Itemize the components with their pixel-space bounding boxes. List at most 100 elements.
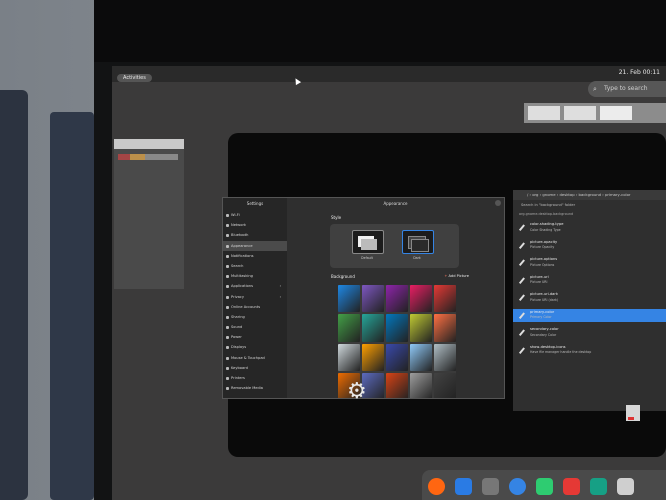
key-summary: Primary Color (530, 315, 552, 319)
sidebar-item-icon (226, 264, 229, 268)
breadcrumb[interactable]: / › org › gnome › desktop › background ›… (527, 190, 666, 200)
sidebar-item[interactable]: Removable Media (223, 383, 287, 393)
plus-icon: + (444, 274, 448, 278)
sidebar-item-icon (226, 346, 229, 350)
firefox-icon[interactable] (428, 478, 445, 495)
wallpaper-thumbnail[interactable] (434, 372, 456, 398)
style-dark-label: Dark (413, 256, 421, 260)
key-row[interactable]: picture-options Picture Options (513, 256, 666, 269)
sidebar-item-label: Applications (231, 284, 253, 289)
sidebar-item[interactable]: Sound (223, 322, 287, 332)
wallpaper-thumbnail[interactable] (338, 285, 360, 313)
workspace-thumbnail[interactable] (600, 106, 632, 120)
wallpaper-thumbnail[interactable] (362, 285, 384, 313)
workspace-thumbnail[interactable] (564, 106, 596, 120)
sidebar-item-label: Privacy (231, 294, 245, 299)
sidebar-item[interactable]: Online Accounts (223, 302, 287, 312)
workspace-thumbnail[interactable] (528, 106, 560, 120)
wallpaper-thumbnail[interactable] (386, 343, 408, 371)
gear-icon[interactable]: ⚙ (347, 381, 367, 403)
sidebar-item-label: Removable Media (231, 386, 264, 391)
key-row[interactable]: picture-uri-dark Picture URI (dark) (513, 291, 666, 304)
circle-app-icon[interactable] (509, 478, 526, 495)
sidebar-item-label: Mouse & Touchpad (231, 355, 265, 360)
teal-app-icon[interactable] (590, 478, 607, 495)
sidebar-item-icon (226, 326, 229, 330)
wallpaper-thumbnail[interactable] (386, 372, 408, 398)
wallpaper-thumbnail[interactable] (386, 314, 408, 342)
background-heading: Background (331, 274, 355, 279)
red-app-icon[interactable] (563, 478, 580, 495)
sidebar-item[interactable]: Appearance (223, 240, 287, 251)
activities-button[interactable]: Activities (117, 74, 152, 82)
sidebar-item-icon (226, 336, 229, 340)
wallpaper-thumbnail[interactable] (338, 343, 360, 371)
style-dark-option[interactable] (402, 230, 434, 254)
sidebar-item[interactable]: Search (223, 261, 287, 271)
key-row[interactable]: picture-opacity Picture Opacity (513, 239, 666, 252)
doc-icon[interactable] (617, 478, 634, 495)
sidebar-item[interactable]: Displays (223, 342, 287, 352)
window-titlebar (114, 139, 184, 149)
wallpaper-thumbnail[interactable] (434, 343, 456, 371)
style-default-option[interactable] (352, 230, 384, 254)
add-picture-button[interactable]: + Add Picture (444, 274, 469, 278)
wallpaper-thumbnail[interactable] (434, 314, 456, 342)
sidebar-item[interactable]: Bluetooth (223, 230, 287, 240)
sidebar-item[interactable]: Privacy › (223, 292, 287, 302)
key-name: primary-color (530, 309, 555, 314)
sidebar-item-label: Wi-Fi (231, 213, 240, 217)
editor-search-hint[interactable]: Search in "background" folder (521, 203, 660, 210)
sidebar-item[interactable]: Wi-Fi (223, 210, 287, 220)
sidebar-item-label: Printers (231, 376, 245, 380)
terminal-window-preview[interactable] (114, 139, 184, 289)
green-app-icon[interactable] (536, 478, 553, 495)
sidebar-item[interactable]: Sharing (223, 312, 287, 322)
wallpaper-thumbnail[interactable] (410, 285, 432, 313)
panel-title: Appearance (383, 201, 408, 206)
wallpaper-thumbnail[interactable] (362, 314, 384, 342)
sidebar-item[interactable]: Mouse & Touchpad (223, 353, 287, 363)
sidebar-item[interactable]: Multitasking (223, 271, 287, 281)
sidebar-item-label: Multitasking (231, 274, 253, 279)
key-name: show-desktop-icons (530, 344, 566, 349)
sidebar-item-icon (226, 285, 229, 289)
wallpaper-thumbnail[interactable] (434, 285, 456, 313)
wallpaper-thumbnail[interactable] (410, 343, 432, 371)
grid-icon[interactable] (482, 478, 499, 495)
monitor-top (94, 0, 666, 62)
wallpaper-thumbnail[interactable] (410, 314, 432, 342)
wallpaper-thumbnail[interactable] (386, 285, 408, 313)
phone-icon[interactable] (455, 478, 472, 495)
sidebar-item[interactable]: Notifications (223, 251, 287, 261)
sidebar-item-label: Keyboard (231, 365, 248, 370)
sidebar-item[interactable]: Printers (223, 373, 287, 383)
sidebar-item-icon (226, 387, 229, 391)
wallpaper-thumbnail[interactable] (338, 314, 360, 342)
key-row[interactable]: secondary-color Secondary Color (513, 326, 666, 339)
clock[interactable]: 21. Feb 00:11 (619, 69, 660, 76)
key-row[interactable]: primary-color Primary Color (513, 308, 666, 322)
wallpaper-thumbnail[interactable] (410, 372, 432, 398)
sidebar-item-label: Network (231, 223, 247, 228)
settings-window[interactable]: Settings Wi-Fi Network Bluetooth Appearance… (222, 197, 505, 399)
workspace-thumbnails[interactable] (524, 103, 666, 123)
key-row[interactable]: color-shading-type Color Shading Type (513, 221, 666, 234)
key-summary: Color Shading Type (530, 227, 561, 232)
sidebar-item[interactable]: Applications › (223, 281, 287, 291)
sidebar-item-icon (226, 244, 229, 248)
wallpaper-thumbnail[interactable] (362, 343, 384, 371)
dconf-editor-window[interactable]: / › org › gnome › desktop › background ›… (513, 190, 666, 411)
sidebar-item[interactable]: Power (223, 332, 287, 342)
sidebar-item[interactable]: Network (223, 220, 287, 230)
editor-headerbar: / › org › gnome › desktop › background ›… (513, 190, 666, 200)
key-row[interactable]: picture-uri Picture URI (513, 274, 666, 287)
pencil-icon (518, 294, 525, 301)
key-row[interactable]: show-desktop-icons Have file manager hand… (513, 344, 666, 357)
close-icon[interactable] (495, 200, 501, 206)
sidebar-item[interactable]: Keyboard (223, 363, 287, 373)
sidebar-item-icon (226, 377, 229, 380)
overview-search-input[interactable]: ⌕ Type to search (588, 81, 666, 97)
chevron-right-icon: › (279, 294, 281, 299)
settings-sidebar: Settings Wi-Fi Network Bluetooth Appearance… (223, 198, 287, 398)
